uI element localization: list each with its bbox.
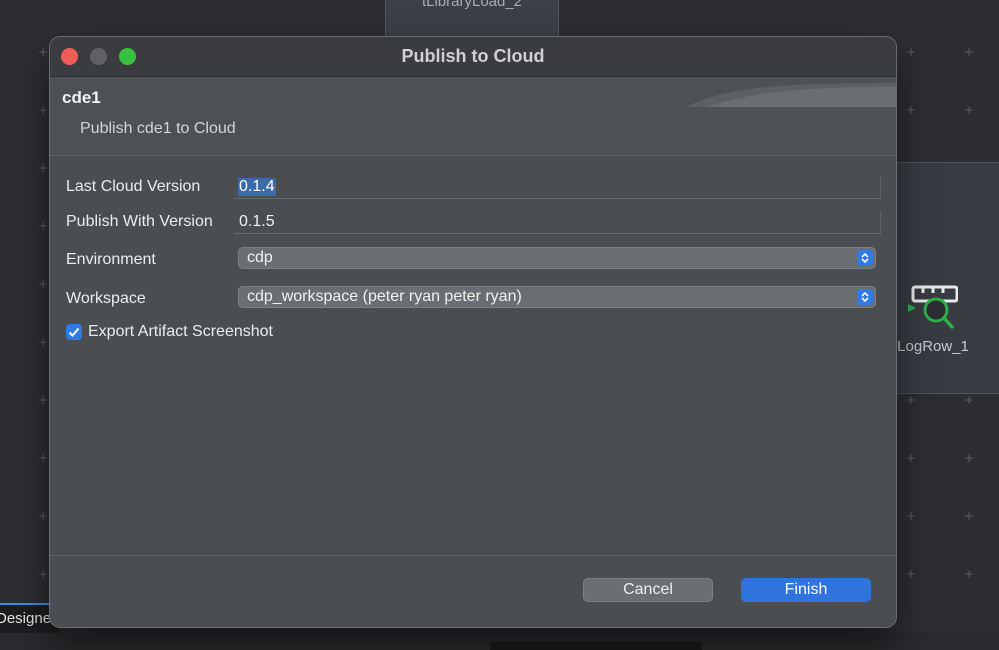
grid-plus-marker: + <box>38 509 49 523</box>
dialog-titlebar: Publish to Cloud <box>50 37 896 77</box>
dialog-title: Publish to Cloud <box>401 46 545 66</box>
last-cloud-version-value: 0.1.4 <box>238 178 276 196</box>
background-component-panel <box>880 162 999 394</box>
workspace-select[interactable]: cdp_workspace (peter ryan peter ryan) <box>238 286 876 308</box>
grid-plus-marker: + <box>38 393 49 407</box>
header-title: cde1 <box>62 88 101 107</box>
header-subtitle: Publish cde1 to Cloud <box>80 120 236 137</box>
environment-label: Environment <box>66 251 156 268</box>
finish-button[interactable]: Finish <box>741 578 871 602</box>
log-row-icon[interactable] <box>908 282 958 332</box>
grid-plus-marker: + <box>964 567 975 581</box>
grid-plus-marker: + <box>38 335 49 349</box>
grid-plus-marker: + <box>38 103 49 117</box>
grid-plus-marker: + <box>964 103 975 117</box>
publish-dialog: Publish to Cloud cde1 Publish cde1 to Cl… <box>50 37 896 627</box>
environment-value: cdp <box>247 249 273 266</box>
bottom-panel-bar <box>490 642 702 650</box>
environment-select[interactable]: cdp <box>238 247 876 269</box>
designer-tab-label: Designer <box>0 610 57 627</box>
chevron-updown-icon <box>857 250 873 266</box>
background-node-library-load[interactable]: tLibraryLoad_2 <box>385 0 559 38</box>
last-cloud-version-label: Last Cloud Version <box>66 178 201 195</box>
workspace-label: Workspace <box>66 290 146 307</box>
grid-plus-marker: + <box>906 103 917 117</box>
footer-divider <box>50 555 896 556</box>
export-screenshot-label[interactable]: Export Artifact Screenshot <box>88 323 273 341</box>
cancel-button[interactable]: Cancel <box>583 578 713 602</box>
grid-plus-marker: + <box>964 45 975 59</box>
grid-plus-marker: + <box>38 451 49 465</box>
grid-plus-marker: + <box>38 277 49 291</box>
grid-plus-marker: + <box>964 509 975 523</box>
grid-plus-marker: + <box>964 393 975 407</box>
grid-plus-marker: + <box>38 567 49 581</box>
publish-with-version-field[interactable]: 0.1.5 <box>234 211 881 234</box>
grid-plus-marker: + <box>38 161 49 175</box>
grid-plus-marker: + <box>906 509 917 523</box>
chevron-updown-icon <box>857 289 873 305</box>
last-cloud-version-field[interactable]: 0.1.4 <box>234 176 881 199</box>
export-screenshot-checkbox[interactable] <box>66 324 82 340</box>
grid-plus-marker: + <box>906 45 917 59</box>
grid-plus-marker: + <box>38 45 49 59</box>
publish-with-version-value: 0.1.5 <box>239 213 275 230</box>
background-node-library-load-label: tLibraryLoad_2 <box>421 0 523 10</box>
grid-plus-marker: + <box>906 451 917 465</box>
header-decoration <box>686 83 896 107</box>
grid-plus-marker: + <box>964 451 975 465</box>
grid-plus-marker: + <box>38 219 49 233</box>
dialog-header: cde1 Publish cde1 to Cloud <box>50 77 896 156</box>
background-node-log-row-label: tLogRow_1 <box>893 338 969 355</box>
grid-plus-marker: + <box>906 567 917 581</box>
workspace-value: cdp_workspace (peter ryan peter ryan) <box>247 288 522 305</box>
grid-plus-marker: + <box>906 393 917 407</box>
publish-with-version-label: Publish With Version <box>66 213 213 230</box>
